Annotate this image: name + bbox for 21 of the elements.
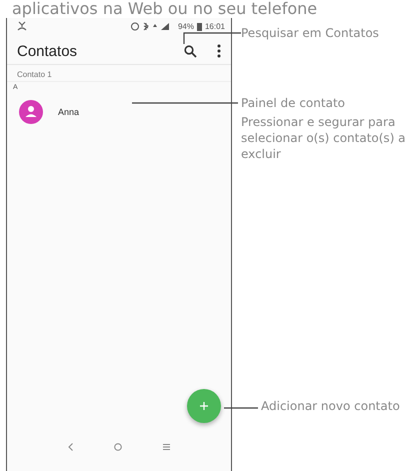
clock-time: 16:01 [204,22,225,30]
callout-note: Pressionar e segurar para selecionar o(s) contato(s) a excluir [241,114,407,162]
account-label: Contato 1 [7,65,231,82]
more-options-icon[interactable] [217,44,221,58]
battery-percent: 94% [178,22,194,30]
search-icon[interactable] [184,44,197,58]
leader-line [224,407,258,409]
home-icon[interactable] [114,443,122,451]
back-icon[interactable] [68,443,73,451]
callout-label: Adicionar novo contato [261,398,401,414]
notification-icon [17,21,27,31]
leader-line [183,32,241,44]
add-contact-button[interactable] [187,389,221,423]
plus-icon [200,402,208,410]
menu-icon[interactable] [163,444,170,450]
contact-name[interactable]: Anna [58,107,80,117]
callout-label: Pesquisar em Contatos [241,25,380,41]
app-title: Contatos [17,42,78,60]
callout-label: Painel de contato [241,95,346,111]
page-header-text: aplicativos na Web ou no seu telefone [11,0,318,18]
battery-icon [196,22,202,30]
